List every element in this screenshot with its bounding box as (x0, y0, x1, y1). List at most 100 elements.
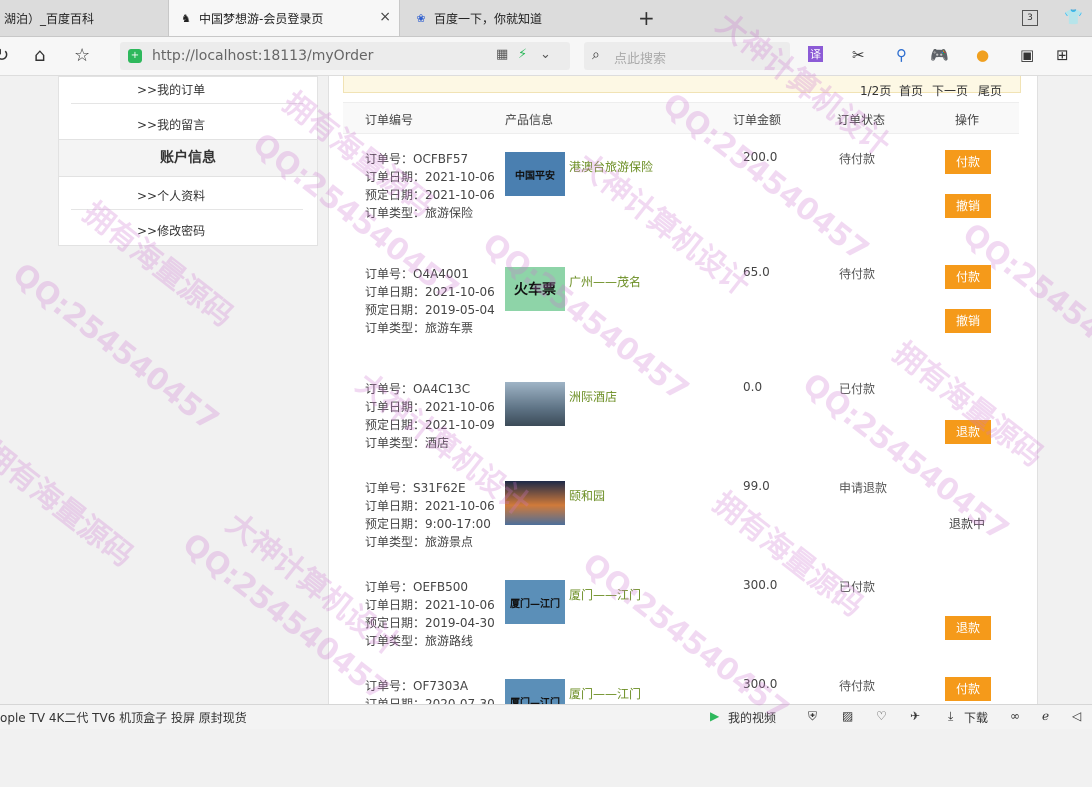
security-shield-icon: + (128, 49, 142, 63)
heart-icon[interactable]: ♡ (876, 709, 887, 723)
glasses-icon[interactable]: ∞ (1010, 709, 1020, 723)
refund-button[interactable]: 退款 (945, 616, 991, 640)
navigation-bar: ↻ ⌂ ☆ + http://localhost:18113/myOrder ▦… (0, 37, 1092, 76)
url-text[interactable]: http://localhost:18113/myOrder (152, 48, 373, 64)
download-icon: ⤓ (948, 709, 954, 723)
new-tab-button[interactable]: + (638, 6, 655, 30)
product-link[interactable]: 港澳台旅游保险 (569, 158, 653, 175)
booking-date: 预定日期：9:00-17:00 (365, 517, 491, 531)
product-thumbnail[interactable]: 中国平安 (505, 152, 565, 196)
chevron-down-icon[interactable]: ⌄ (540, 47, 551, 62)
order-info: 订单号：OA4C13C 订单日期：2021-10-06 预定日期：2021-10… (365, 380, 495, 452)
shield-icon[interactable]: ⛨ (808, 709, 817, 724)
table-row: 订单号：OEFB500 订单日期：2021-10-06 预定日期：2019-04… (343, 578, 1019, 688)
plane-icon[interactable]: ✈ (910, 709, 920, 723)
coin-icon[interactable]: ● (976, 46, 989, 64)
download-link[interactable]: 下载 (964, 709, 988, 726)
account-info-heading: 账户信息 (59, 139, 317, 177)
ie-icon[interactable]: ℯ (1042, 709, 1049, 723)
pay-button[interactable]: 付款 (945, 677, 991, 701)
column-header: 订单编号 (365, 113, 414, 127)
order-info: 订单号：OEFB500 订单日期：2021-10-06 预定日期：2019-04… (365, 578, 495, 650)
sidebar-item-my-orders[interactable]: >>我的订单 (137, 81, 205, 98)
order-type: 订单类型：旅游景点 (365, 535, 474, 549)
order-status: 待付款 (839, 152, 876, 166)
table-row: 订单号：OCFBF57 订单日期：2021-10-06 预定日期：2021-10… (343, 150, 1019, 260)
product-link[interactable]: 广州——茂名 (569, 273, 641, 290)
search-icon: ⌕ (592, 47, 600, 63)
sidebar-item-profile[interactable]: >>个人资料 (137, 187, 205, 204)
order-amount: 0.0 (743, 380, 763, 394)
video-icon: ▶ (710, 709, 720, 723)
booking-date: 预定日期：2021-10-06 (365, 188, 495, 202)
search-placeholder[interactable]: 点此搜索 (614, 48, 666, 67)
first-page-link[interactable]: 首页 (899, 82, 923, 99)
sidebar-item-my-messages[interactable]: >>我的留言 (137, 116, 205, 133)
tab-baidu[interactable]: ❀ 百度一下，你就知道 (404, 0, 624, 36)
tab-title: 湖泊）_百度百科 (4, 11, 95, 26)
order-status: 已付款 (839, 382, 876, 396)
refund-button[interactable]: 退款 (945, 420, 991, 444)
order-status: 待付款 (839, 267, 876, 281)
next-page-link[interactable]: 下一页 (932, 82, 968, 99)
divider (71, 209, 303, 210)
pay-button[interactable]: 付款 (945, 150, 991, 174)
reload-icon[interactable]: ↻ (0, 45, 9, 66)
product-link[interactable]: 厦门——江门 (569, 685, 641, 702)
booking-date: 预定日期：2019-05-04 (365, 303, 495, 317)
magnifier-icon[interactable]: ⚲ (896, 46, 907, 64)
apps-grid-icon[interactable]: ⊞ (1056, 46, 1069, 64)
close-tab-icon[interactable]: × (379, 9, 391, 25)
order-date: 订单日期：2021-10-06 (365, 400, 495, 414)
news-ticker[interactable]: ople TV 4K二代 TV6 机顶盒子 投屏 原封现货 (0, 709, 247, 726)
qr-code-icon[interactable]: ▦ (496, 47, 508, 62)
page-indicator: 1/2页 (860, 84, 892, 98)
cancel-button[interactable]: 撤销 (945, 309, 991, 333)
order-number: 订单号：OA4C13C (365, 382, 471, 396)
last-page-link[interactable]: 尾页 (978, 82, 1002, 99)
order-status: 已付款 (839, 580, 876, 594)
lightning-icon[interactable]: ⚡ (518, 47, 527, 62)
order-amount: 200.0 (743, 150, 778, 164)
booking-date: 预定日期：2021-10-09 (365, 418, 495, 432)
game-controller-icon[interactable]: 🎮 (930, 46, 949, 64)
table-header: 订单编号 产品信息 订单金额 订单状态 操作 (343, 102, 1019, 134)
speaker-icon[interactable]: ◁ (1072, 709, 1081, 723)
order-amount: 300.0 (743, 578, 778, 592)
bookmark-star-icon[interactable]: ☆ (74, 45, 90, 66)
tab-login-page[interactable]: ♞ 中国梦想游-会员登录页 × (168, 0, 400, 36)
order-type: 订单类型：旅游保险 (365, 206, 474, 220)
order-panel: 1/2页 首页 下一页 尾页 订单编号 产品信息 订单金额 订单状态 操作 订单… (328, 76, 1038, 728)
order-type: 订单类型：酒店 (365, 436, 450, 450)
product-link[interactable]: 洲际酒店 (569, 388, 617, 405)
skin-icon[interactable]: 👕 (1064, 8, 1083, 26)
sidebar-toggle-icon[interactable]: ▣ (1020, 46, 1034, 64)
order-amount: 65.0 (743, 265, 770, 279)
address-bar[interactable]: + http://localhost:18113/myOrder ▦ ⚡ ⌄ (120, 42, 570, 70)
my-video-link[interactable]: 我的视频 (728, 709, 776, 726)
search-box[interactable]: ⌕ 点此搜索 (584, 42, 790, 70)
product-link[interactable]: 颐和园 (569, 487, 605, 504)
tab-count-badge[interactable]: 3 (1022, 10, 1038, 26)
order-number: 订单号：S31F62E (365, 481, 466, 495)
order-number: 订单号：OF7303A (365, 679, 469, 693)
status-bar: ople TV 4K二代 TV6 机顶盒子 投屏 原封现货 ▶ 我的视频 ⛨ ▨… (0, 704, 1092, 729)
translate-icon[interactable]: 译 (808, 46, 823, 62)
hotel-photo[interactable] (505, 382, 565, 426)
sidebar-item-change-password[interactable]: >>修改密码 (137, 222, 205, 239)
home-icon[interactable]: ⌂ (34, 45, 45, 66)
cancel-button[interactable]: 撤销 (945, 194, 991, 218)
image-icon[interactable]: ▨ (842, 709, 853, 723)
watermark: QQ:254540457 (5, 256, 226, 439)
scissors-icon[interactable]: ✂ (852, 46, 865, 64)
pay-button[interactable]: 付款 (945, 265, 991, 289)
order-amount: 99.0 (743, 479, 770, 493)
order-number: 订单号：O4A4001 (365, 267, 469, 281)
product-thumbnail[interactable]: 厦门—江门 (505, 580, 565, 624)
watermark: 拥有海量源码 (0, 435, 140, 574)
product-link[interactable]: 厦门——江门 (569, 586, 641, 603)
order-date: 订单日期：2021-10-06 (365, 499, 495, 513)
product-thumbnail[interactable]: 火车票 (505, 267, 565, 311)
tab-baike[interactable]: 湖泊）_百度百科 (0, 0, 164, 36)
scenic-photo[interactable] (505, 481, 565, 525)
